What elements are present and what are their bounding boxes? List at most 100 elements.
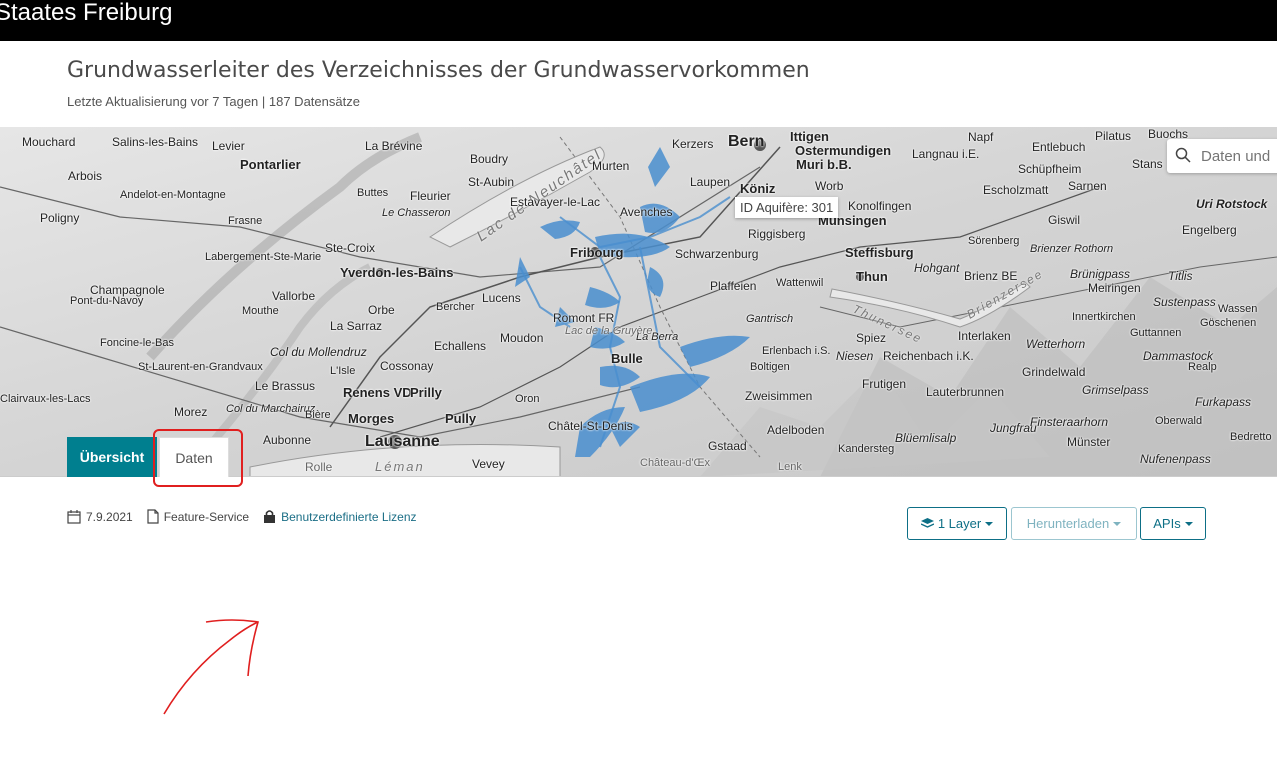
map-label: Meiringen (1088, 281, 1141, 295)
map-label: Vevey (472, 457, 505, 471)
lock-icon (264, 510, 276, 523)
map-label: Ste-Croix (325, 241, 376, 255)
map-label: Bern (728, 133, 765, 150)
map-label: Ittigen (790, 129, 829, 144)
map-label: Münster (1067, 435, 1111, 449)
page-title: Grundwasserleiter des Verzeichnisses der… (67, 58, 810, 83)
map-label: Col du Marchairuz (226, 403, 316, 415)
map-label: Lauterbrunnen (926, 385, 1005, 399)
map-label: Sustenpass (1153, 295, 1216, 309)
map-label: Boudry (470, 152, 509, 166)
map-label: Wattenwil (776, 277, 824, 289)
map-label: Le Chasseron (382, 207, 451, 219)
map-label: Brienzer Rothorn (1030, 243, 1114, 255)
map-label: Le Brassus (255, 379, 316, 393)
top-bar: Staates Freiburg (0, 0, 1277, 41)
map-label: Salins-les-Bains (112, 135, 199, 149)
map-label: Vallorbe (272, 289, 316, 303)
layers-icon (920, 517, 934, 528)
map-label: Foncine-le-Bas (100, 337, 174, 349)
map-label: Murten (592, 159, 630, 173)
map-label: Frasne (228, 215, 263, 227)
map-search-input[interactable] (1201, 145, 1277, 167)
map-label: Köniz (740, 181, 776, 196)
map-label: Muri b.B. (796, 157, 852, 172)
map-label: Rolle (305, 460, 333, 474)
map-label: Pontarlier (240, 157, 301, 172)
map-label: Bière (305, 409, 331, 421)
site-title: Staates Freiburg (0, 0, 173, 26)
map-label: Prilly (410, 385, 442, 400)
map-label: Engelberg (1182, 223, 1237, 237)
map-label: Thun (856, 269, 888, 284)
map-label: La Berra (636, 331, 679, 343)
map-label: Plaffeien (710, 279, 757, 293)
map-label: Estavayer-le-Lac (510, 195, 601, 209)
map-label: Reichenbach i.K. (883, 349, 974, 363)
annotation-arrow (163, 619, 260, 715)
map-label: Gantrisch (746, 313, 794, 325)
feature-tooltip: ID Aquifère: 301 (735, 197, 839, 218)
map-label: Col du Mollendruz (270, 345, 367, 359)
map-label: Romont FR (553, 311, 615, 325)
map-label: Morges (348, 411, 395, 426)
map-label: Lenk (778, 461, 802, 473)
apis-dropdown-button[interactable]: APIs (1140, 507, 1206, 540)
map-label: Mouthe (242, 305, 279, 317)
map-label: Schüpfheim (1018, 162, 1082, 176)
map-label: Kandersteg (838, 443, 895, 455)
map-label: Hohgant (914, 261, 960, 275)
map-label: Wassen (1218, 303, 1258, 315)
map-view[interactable]: Mouchard Salins-les-Bains Levier Pontarl… (0, 127, 1277, 477)
map-label: Châtel-St-Denis (548, 419, 633, 433)
map-label: Escholzmatt (983, 183, 1049, 197)
download-dropdown-button[interactable]: Herunterladen (1011, 507, 1137, 540)
map-label: Fribourg (570, 245, 624, 260)
map-label: Bedretto (1230, 431, 1272, 443)
meta-date: 7.9.2021 (67, 509, 133, 524)
tab-overview[interactable]: Übersicht (67, 437, 157, 477)
calendar-icon (67, 510, 81, 524)
chevron-down-icon (1113, 521, 1122, 526)
map-label: Château-d'Œx (640, 457, 710, 469)
map-label: La Brévine (365, 139, 423, 153)
map-label: Ostermundigen (795, 143, 892, 158)
map-search-box[interactable] (1167, 139, 1277, 173)
map-label: St-Laurent-en-Grandvaux (138, 361, 263, 373)
map-label: Langnau i.E. (912, 147, 980, 161)
map-label: Andelot-en-Montagne (120, 189, 226, 201)
map-label: Steffisburg (845, 245, 914, 260)
map-label: Lucens (482, 291, 521, 305)
map-label: Grimselpass (1082, 383, 1149, 397)
map-label: Blüemlisalp (895, 431, 957, 445)
map-label: Frutigen (862, 377, 907, 391)
annotation-highlight-box (153, 429, 243, 487)
map-label: Napf (968, 130, 994, 144)
map-label: Wetterhorn (1026, 337, 1086, 351)
map-label: Brünigpass (1070, 267, 1131, 281)
apis-button-label: APIs (1153, 516, 1181, 531)
map-label: Yverdon-les-Bains (340, 265, 454, 280)
map-label: Interlaken (958, 329, 1011, 343)
map-label: Labergement-Ste-Marie (205, 251, 322, 263)
map-label: Levier (212, 139, 245, 153)
chevron-down-icon (1184, 521, 1193, 526)
map-label: Fleurier (410, 189, 451, 203)
dataset-meta: 7.9.2021 Feature-Service Benutzerdefinie… (67, 509, 431, 524)
map-label: Realp (1188, 361, 1217, 373)
map-label: Sörenberg (968, 235, 1020, 247)
download-button-label: Herunterladen (1026, 516, 1110, 531)
license-link[interactable]: Benutzerdefinierte Lizenz (281, 510, 416, 524)
meta-date-text: 7.9.2021 (86, 509, 133, 524)
map-label: Finsteraarhorn (1030, 415, 1109, 429)
lake-label: Léman (375, 459, 425, 474)
meta-type-text: Feature-Service (163, 509, 250, 524)
map-label: Bulle (611, 351, 643, 366)
map-label: Poligny (40, 211, 80, 225)
map-label: St-Aubin (468, 175, 515, 189)
map-label: Aubonne (263, 433, 312, 447)
map-label: Furkapass (1195, 395, 1252, 409)
map-label: L'Isle (330, 365, 356, 377)
map-label: Brienz BE (964, 269, 1018, 283)
layers-dropdown-button[interactable]: 1 Layer (907, 507, 1007, 540)
